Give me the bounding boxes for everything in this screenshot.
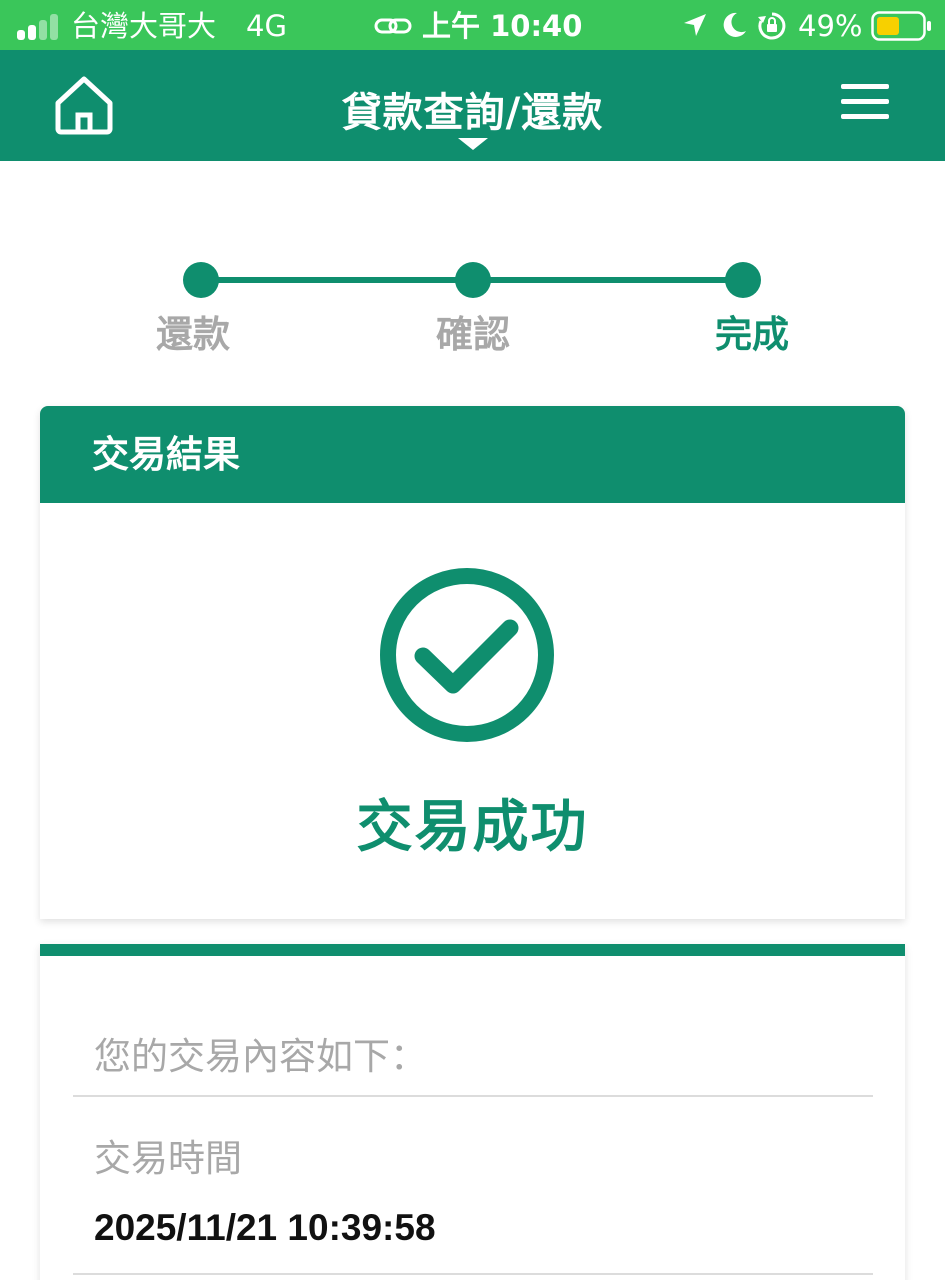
step-dot-complete (725, 262, 761, 298)
app-header: 貸款查詢/還款 (0, 50, 945, 161)
check-circle-icon (380, 568, 554, 742)
divider (73, 1273, 873, 1275)
orientation-lock-icon (758, 12, 786, 40)
network-type: 4G (246, 9, 287, 43)
step-label-repay: 還款 (156, 313, 230, 356)
location-arrow-icon (684, 14, 706, 36)
step-label-confirm: 確認 (436, 313, 510, 356)
transaction-time-label: 交易時間 (94, 1137, 242, 1180)
battery-icon (871, 11, 931, 41)
divider (73, 1095, 873, 1097)
battery-percentage: 49% (798, 9, 863, 43)
moon-icon (723, 12, 746, 37)
transaction-details-card: 您的交易內容如下： 交易時間 2025/11/21 10:39:58 (40, 944, 905, 1280)
result-card-heading: 交易結果 (40, 406, 905, 503)
transaction-time-value: 2025/11/21 10:39:58 (94, 1207, 436, 1248)
signal-icon (17, 12, 63, 40)
clock: 上午 10:40 (422, 9, 583, 43)
title-dropdown-caret-icon[interactable] (458, 138, 488, 150)
step-dot-confirm (455, 262, 491, 298)
hamburger-menu-icon (841, 84, 889, 89)
step-label-complete: 完成 (715, 313, 789, 356)
link-icon (374, 18, 412, 34)
details-intro: 您的交易內容如下： (94, 1035, 427, 1078)
status-bar: 台灣大哥大 4G 上午 10:40 49% (0, 0, 945, 50)
transaction-result-card: 交易結果 交易成功 (40, 406, 905, 919)
step-dot-repay (183, 262, 219, 298)
page-title[interactable]: 貸款查詢/還款 (0, 80, 945, 138)
carrier-name: 台灣大哥大 (71, 9, 217, 43)
menu-button[interactable] (841, 84, 889, 120)
transaction-status-text: 交易成功 (356, 795, 589, 860)
progress-stepper: 還款 確認 完成 (0, 245, 945, 365)
